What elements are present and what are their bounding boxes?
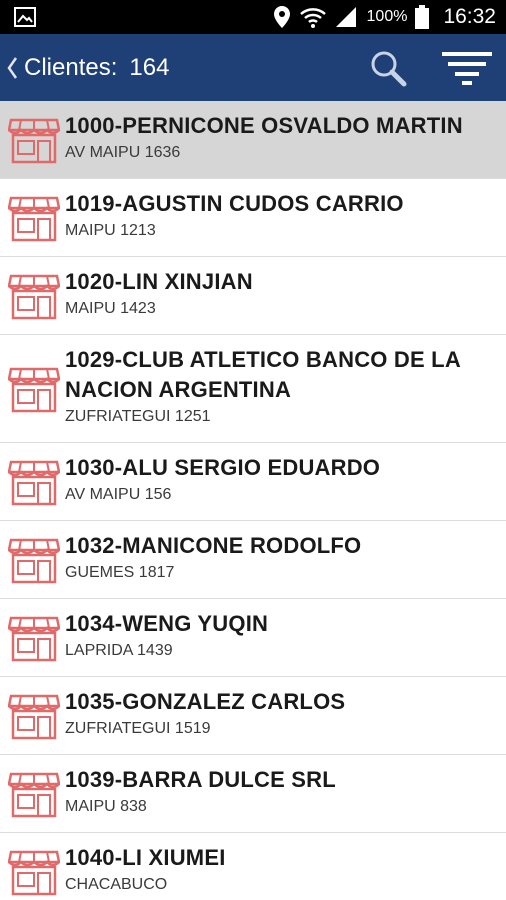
client-text: 1040-LI XIUMEI CHACABUCO <box>65 843 498 895</box>
wifi-icon <box>299 8 326 28</box>
list-item[interactable]: 1035-GONZALEZ CARLOS ZUFRIATEGUI 1519 <box>0 677 506 755</box>
store-icon <box>7 458 61 506</box>
client-text: 1019-AGUSTIN CUDOS CARRIO MAIPU 1213 <box>65 189 498 241</box>
list-item[interactable]: 1029-CLUB ATLETICO BANCO DE LA NACION AR… <box>0 335 506 443</box>
client-name: 1039-BARRA DULCE SRL <box>65 767 336 792</box>
status-bar: 100% 16:32 <box>0 0 506 34</box>
client-address: MAIPU 1423 <box>65 300 156 317</box>
client-address: AV MAIPU 1636 <box>65 144 181 161</box>
client-name: 1020-LIN XINJIAN <box>65 269 253 294</box>
store-icon <box>7 770 61 818</box>
client-text: 1032-MANICONE RODOLFO GUEMES 1817 <box>65 531 498 583</box>
store-icon <box>7 536 61 584</box>
client-text: 1030-ALU SERGIO EDUARDO AV MAIPU 156 <box>65 453 498 505</box>
list-item[interactable]: 1019-AGUSTIN CUDOS CARRIO MAIPU 1213 <box>0 179 506 257</box>
list-item[interactable]: 1039-BARRA DULCE SRL MAIPU 838 <box>0 755 506 833</box>
battery-percent: 100% <box>366 8 408 25</box>
client-address: CHACABUCO <box>65 876 168 893</box>
page-title[interactable]: Clientes: 164 <box>24 34 169 101</box>
client-address: MAIPU 838 <box>65 798 147 815</box>
search-icon[interactable] <box>368 48 408 88</box>
client-count: 164 <box>129 54 170 81</box>
client-text: 1000-PERNICONE OSVALDO MARTIN AV MAIPU 16… <box>65 111 498 163</box>
signal-icon <box>335 7 356 27</box>
location-icon <box>273 6 290 28</box>
clock: 16:32 <box>443 5 496 28</box>
battery-icon <box>415 5 430 29</box>
filter-icon[interactable] <box>440 48 494 88</box>
client-address: MAIPU 1213 <box>65 222 156 239</box>
image-icon <box>14 7 36 27</box>
client-name: 1000-PERNICONE OSVALDO MARTIN <box>65 113 463 138</box>
app-bar: Clientes: 164 <box>0 34 506 101</box>
client-text: 1020-LIN XINJIAN MAIPU 1423 <box>65 267 498 319</box>
store-icon <box>7 848 61 896</box>
client-name: 1030-ALU SERGIO EDUARDO <box>65 455 381 480</box>
client-name: 1035-GONZALEZ CARLOS <box>65 689 346 714</box>
list-item[interactable]: 1020-LIN XINJIAN MAIPU 1423 <box>0 257 506 335</box>
title-label: Clientes: <box>24 54 118 81</box>
store-icon <box>7 365 61 413</box>
list-item[interactable]: 1034-WENG YUQIN LAPRIDA 1439 <box>0 599 506 677</box>
client-address: ZUFRIATEGUI 1519 <box>65 720 211 737</box>
list-item[interactable]: 1030-ALU SERGIO EDUARDO AV MAIPU 156 <box>0 443 506 521</box>
list-item[interactable]: 1032-MANICONE RODOLFO GUEMES 1817 <box>0 521 506 599</box>
client-name: 1029-CLUB ATLETICO BANCO DE LA NACION AR… <box>65 347 461 402</box>
back-chevron-icon[interactable] <box>6 56 18 80</box>
client-text: 1035-GONZALEZ CARLOS ZUFRIATEGUI 1519 <box>65 687 498 739</box>
store-icon <box>7 116 61 164</box>
client-text: 1034-WENG YUQIN LAPRIDA 1439 <box>65 609 498 661</box>
client-address: AV MAIPU 156 <box>65 486 172 503</box>
client-text: 1039-BARRA DULCE SRL MAIPU 838 <box>65 765 498 817</box>
client-address: GUEMES 1817 <box>65 564 175 581</box>
client-name: 1040-LI XIUMEI <box>65 845 226 870</box>
client-name: 1032-MANICONE RODOLFO <box>65 533 362 558</box>
store-icon <box>7 272 61 320</box>
store-icon <box>7 614 61 662</box>
client-address: ZUFRIATEGUI 1251 <box>65 408 211 425</box>
store-icon <box>7 194 61 242</box>
list-item[interactable]: 1040-LI XIUMEI CHACABUCO <box>0 833 506 900</box>
client-name: 1019-AGUSTIN CUDOS CARRIO <box>65 191 404 216</box>
client-address: LAPRIDA 1439 <box>65 642 173 659</box>
client-text: 1029-CLUB ATLETICO BANCO DE LA NACION AR… <box>65 345 498 427</box>
list-item[interactable]: 1000-PERNICONE OSVALDO MARTIN AV MAIPU 16… <box>0 101 506 179</box>
store-icon <box>7 692 61 740</box>
client-name: 1034-WENG YUQIN <box>65 611 269 636</box>
client-list[interactable]: 1000-PERNICONE OSVALDO MARTIN AV MAIPU 16… <box>0 101 506 900</box>
